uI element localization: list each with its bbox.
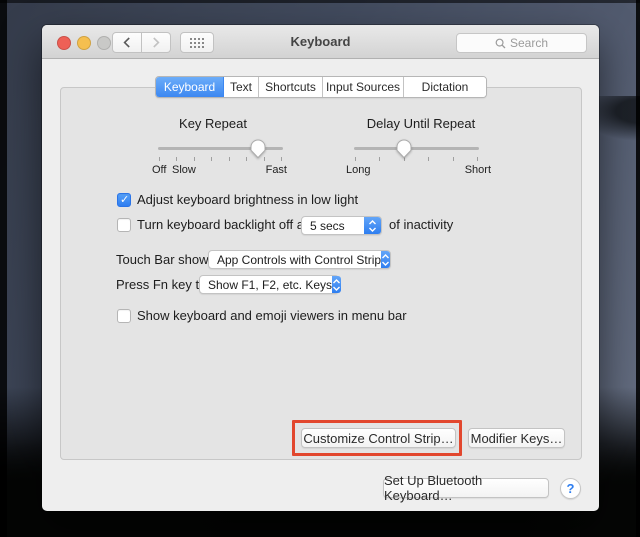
backlight-off-suffix: of inactivity [389,217,453,232]
tab-bar: Keyboard Text Shortcuts Input Sources Di… [155,76,487,98]
delay-repeat-title: Delay Until Repeat [331,116,511,131]
close-button[interactable] [57,36,71,50]
grid-icon [189,37,205,49]
tab-input-sources[interactable]: Input Sources [323,77,404,97]
tab-dictation[interactable]: Dictation [404,77,486,97]
search-placeholder: Search [510,36,548,50]
show-all-button[interactable] [180,32,214,53]
popup-stepper-icon [332,276,341,293]
search-icon [495,38,506,49]
slider-track [354,147,479,150]
zoom-button-disabled [97,36,111,50]
tab-keyboard[interactable]: Keyboard [156,77,224,97]
forward-button[interactable] [142,32,171,53]
popup-value: 5 secs [302,219,345,233]
wallpaper-edge [0,0,7,537]
chevron-left-icon [123,37,131,48]
desktop: Keyboard Search Key [0,0,640,537]
touch-bar-popup[interactable]: App Controls with Control Strip [208,250,391,269]
slider-label-fast: Fast [266,164,287,176]
tab-text[interactable]: Text [224,77,259,97]
slider-ticks [355,157,478,161]
adjust-brightness-checkbox[interactable] [117,193,131,207]
backlight-off-checkbox[interactable] [117,218,131,232]
wallpaper-edge [0,0,640,3]
search-input[interactable]: Search [456,33,587,53]
title-bar: Keyboard Search [42,25,599,59]
wallpaper-edge [636,0,640,537]
adjust-brightness-label: Adjust keyboard brightness in low light [137,192,358,207]
slider-label-short: Short [465,164,491,176]
chevron-right-icon [152,37,160,48]
show-viewers-label: Show keyboard and emoji viewers in menu … [137,308,407,323]
minimize-button[interactable] [77,36,91,50]
tab-shortcuts[interactable]: Shortcuts [259,77,323,97]
modifier-keys-button[interactable]: Modifier Keys… [468,428,565,448]
slider-label-slow: Slow [172,164,196,176]
popup-value: Show F1, F2, etc. Keys [200,278,332,292]
back-button[interactable] [112,32,142,53]
slider-label-off: Off [152,164,166,176]
touch-bar-label: Touch Bar shows [116,252,215,267]
setup-bluetooth-keyboard-button[interactable]: Set Up Bluetooth Keyboard… [383,478,549,498]
nav-segment [112,32,171,53]
annotation-highlight [292,420,462,456]
popup-value: App Controls with Control Strip [209,253,381,267]
help-button[interactable]: ? [560,478,581,499]
key-repeat-slider[interactable]: Off Slow Fast [158,140,283,170]
backlight-duration-popup[interactable]: 5 secs [301,216,382,235]
slider-label-long: Long [346,164,370,176]
backlight-off-label: Turn keyboard backlight off after [137,217,323,232]
fn-key-label: Press Fn key to [116,277,206,292]
delay-repeat-slider[interactable]: Long Short [354,140,479,170]
slider-thumb[interactable] [396,139,412,159]
slider-thumb[interactable] [250,139,266,159]
popup-stepper-icon [364,217,381,234]
key-repeat-title: Key Repeat [123,116,303,131]
keyboard-tab-panel: Key Repeat Off Slow Fast Delay Until Rep… [60,87,582,460]
fn-key-popup[interactable]: Show F1, F2, etc. Keys [199,275,339,294]
show-viewers-checkbox[interactable] [117,309,131,323]
popup-stepper-icon [381,251,390,268]
